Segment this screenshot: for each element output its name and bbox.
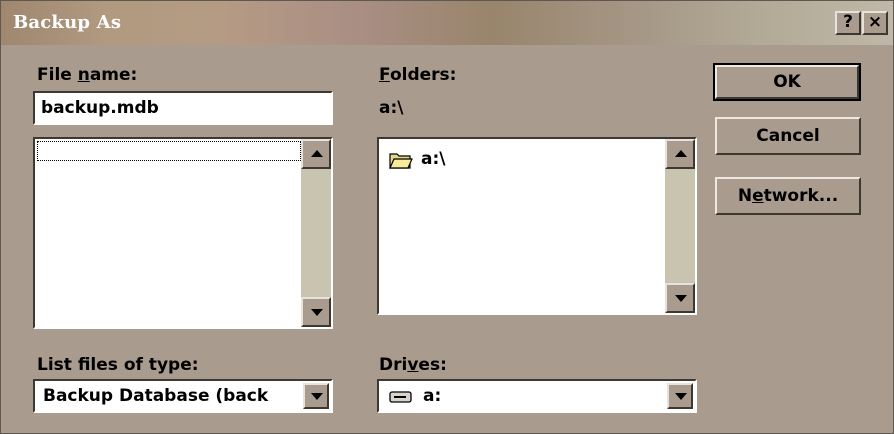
file-name-input[interactable]: backup.mdb [33,91,333,125]
help-icon: ? [843,12,853,32]
file-list-scrollbar[interactable] [301,139,331,327]
folder-list-item[interactable]: a:\ [379,139,659,175]
folder-list[interactable]: a:\ [377,137,697,315]
scroll-up-arrow-icon [675,150,687,157]
drives-dropdown-button[interactable] [667,383,693,409]
folder-list-scroll-down-button[interactable] [665,283,695,313]
folders-label: Folders: [379,65,457,85]
folder-item-label: a:\ [421,149,446,169]
chevron-down-icon [311,393,323,400]
title-bar[interactable]: Backup As ? × [1,1,893,45]
help-button[interactable]: ? [835,11,861,35]
scroll-up-arrow-icon [311,150,323,157]
folder-list-scroll-up-button[interactable] [665,139,695,169]
folder-list-scrollbar[interactable] [665,139,695,313]
file-type-dropdown-button[interactable] [303,383,329,409]
scroll-down-arrow-icon [675,295,687,302]
chevron-down-icon [675,393,687,400]
file-type-dropdown[interactable]: Backup Database (back [33,379,333,413]
cancel-button[interactable]: Cancel [715,117,861,155]
file-name-value: backup.mdb [41,98,159,118]
file-list-scroll-up-button[interactable] [301,139,331,169]
close-button[interactable]: × [862,11,888,35]
file-type-label: List files of type: [37,355,199,375]
open-folder-icon [389,153,413,169]
current-folder-path: a:\ [379,98,404,118]
file-list-scroll-down-button[interactable] [301,297,331,327]
drives-label: Drives: [379,355,447,375]
file-list-focus-row[interactable] [37,141,301,161]
network-button[interactable]: Network... [715,177,861,215]
backup-as-dialog: Backup As ? × File name: backup.mdb Fold… [0,0,894,434]
drives-selected: a: [423,386,442,406]
file-type-selected: Backup Database (back [43,386,269,406]
close-icon: × [867,12,883,32]
drives-dropdown[interactable]: a: [377,379,697,413]
scroll-down-arrow-icon [311,309,323,316]
file-name-label: File name: [37,65,138,85]
ok-button[interactable]: OK [713,63,861,101]
file-list[interactable] [33,137,333,329]
floppy-drive-icon [389,391,412,403]
window-title: Backup As [13,12,122,33]
